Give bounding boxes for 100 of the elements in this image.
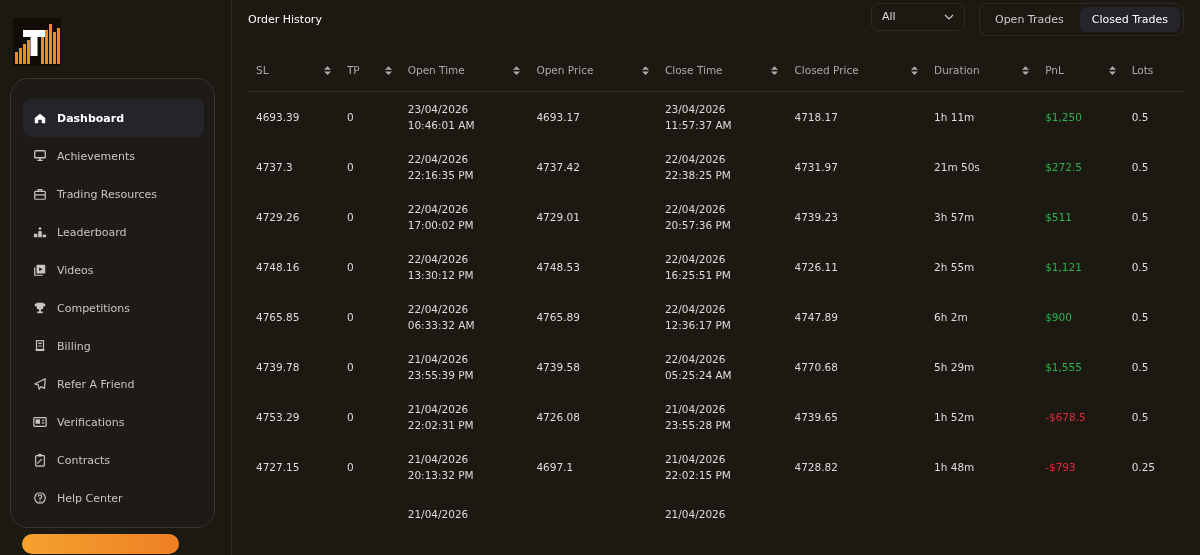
- table-cell-text: 21/04/2026 22:02:15 PM: [664, 452, 732, 483]
- table-cell: 4731.97: [794, 161, 838, 173]
- sort-icon[interactable]: [384, 65, 392, 75]
- sort-icon[interactable]: [771, 65, 779, 75]
- column-header[interactable]: TP: [346, 64, 360, 76]
- receipt-icon: [33, 339, 47, 353]
- table-cell: 4729.01: [536, 211, 580, 223]
- sort-icon[interactable]: [641, 65, 649, 75]
- id-card-icon: [33, 415, 47, 429]
- sidebar-item[interactable]: Competitions: [23, 289, 204, 327]
- table-cell: 4765.85: [256, 311, 300, 323]
- sidebar-item[interactable]: Verifications: [23, 403, 204, 441]
- table-cell: 21m 50s: [934, 161, 980, 173]
- monitor-icon: [33, 149, 47, 163]
- table-cell: 4748.16: [256, 261, 300, 273]
- table-cell: 4726.08: [536, 411, 580, 423]
- table-cell-text: 21/04/2026: [407, 507, 470, 522]
- table-cell: 4753.29: [256, 411, 300, 423]
- sidebar-item[interactable]: Billing: [23, 327, 204, 365]
- column-header[interactable]: Open Price: [536, 64, 594, 76]
- briefcase-icon: [33, 187, 47, 201]
- table-cell-text: 21/04/2026 22:02:31 PM: [407, 402, 475, 433]
- table-cell: 4727.15: [256, 461, 300, 473]
- table-cell: 4737.42: [536, 161, 580, 173]
- table-cell: 0: [346, 111, 354, 123]
- table-cell-text: 22/04/2026 17:00:02 PM: [407, 202, 475, 233]
- table-cell-text: 21/04/2026 23:55:28 PM: [664, 402, 732, 433]
- sort-icon[interactable]: [1108, 65, 1116, 75]
- table-cell: 5h 29m: [934, 361, 975, 373]
- clipboard-icon: [33, 453, 47, 467]
- podium-icon: [33, 225, 47, 239]
- table-cell: 4718.17: [794, 111, 838, 123]
- action-button[interactable]: [22, 534, 179, 554]
- table-cell-text: 22/04/2026 22:38:25 PM: [664, 152, 732, 183]
- sidebar-item[interactable]: Leaderboard: [23, 213, 204, 251]
- column-header[interactable]: SL: [256, 64, 269, 76]
- table-cell-text: 22/04/2026 12:36:17 PM: [664, 302, 732, 333]
- filter-dropdown[interactable]: All: [870, 2, 965, 31]
- help-icon: [33, 491, 47, 505]
- sort-icon[interactable]: [323, 65, 331, 75]
- table-cell-text: 22/04/2026 16:25:51 PM: [664, 252, 732, 283]
- table-cell: 4748.53: [536, 261, 580, 273]
- table-cell: 0.5: [1131, 361, 1149, 373]
- column-header[interactable]: Lots: [1131, 64, 1154, 76]
- column-header[interactable]: Duration: [934, 64, 980, 76]
- table-cell: 3h 57m: [934, 211, 975, 223]
- table-cell: 4747.89: [794, 311, 838, 323]
- table-cell: 4770.68: [794, 361, 838, 373]
- section-title: Order History: [248, 12, 322, 26]
- table-cell: 4697.1: [536, 461, 574, 473]
- sidebar-item[interactable]: Dashboard: [23, 99, 204, 137]
- table-cell: 4739.58: [536, 361, 580, 373]
- table-cell: 0.5: [1131, 161, 1149, 173]
- tab[interactable]: Closed Trades: [1079, 6, 1180, 32]
- pnl-value: $900: [1045, 311, 1072, 323]
- sidebar-item[interactable]: Refer A Friend: [23, 365, 204, 403]
- table-cell: 0: [346, 211, 354, 223]
- home-icon: [33, 111, 47, 125]
- sidebar-item[interactable]: Videos: [23, 251, 204, 289]
- table-cell: 4726.11: [794, 261, 838, 273]
- video-icon: [33, 263, 47, 277]
- table-cell: 2h 55m: [934, 261, 975, 273]
- table-cell: 0: [346, 161, 354, 173]
- table-cell: 0.5: [1131, 211, 1149, 223]
- table-cell: 0: [346, 311, 354, 323]
- sort-icon[interactable]: [513, 65, 521, 75]
- table-cell-text: 22/04/2026 05:25:24 AM: [664, 352, 733, 383]
- table-cell: 4739.65: [794, 411, 838, 423]
- table-cell-text: 23/04/2026 11:57:37 AM: [664, 102, 733, 133]
- table-cell: 1h 11m: [934, 111, 975, 123]
- pnl-value: $1,555: [1045, 361, 1082, 373]
- table-cell: 0: [346, 411, 354, 423]
- pnl-value: $1,250: [1045, 111, 1082, 123]
- column-header[interactable]: Close Time: [664, 64, 723, 76]
- sidebar-item[interactable]: Trading Resources: [23, 175, 204, 213]
- table-cell: 0: [346, 461, 354, 473]
- logo-icon: [13, 18, 61, 66]
- column-header[interactable]: Closed Price: [794, 64, 859, 76]
- table-cell: 0: [346, 361, 354, 373]
- table-cell: 4729.26: [256, 211, 300, 223]
- column-header[interactable]: PnL: [1045, 64, 1064, 76]
- tab[interactable]: Open Trades: [982, 6, 1076, 32]
- table-cell: 6h 2m: [934, 311, 968, 323]
- table-cell-text: 22/04/2026 06:33:32 AM: [407, 302, 476, 333]
- table-cell: 0.5: [1131, 311, 1149, 323]
- table-cell: 4693.17: [536, 111, 580, 123]
- pnl-value: $1,121: [1045, 261, 1082, 273]
- sidebar-item[interactable]: Contracts: [23, 441, 204, 479]
- sort-icon[interactable]: [1022, 65, 1030, 75]
- chevron-down-icon: [943, 13, 954, 20]
- column-header[interactable]: Open Time: [407, 64, 465, 76]
- sidebar-item[interactable]: Achievements: [23, 137, 204, 175]
- sidebar-item[interactable]: Help Center: [23, 479, 204, 517]
- trophy-icon: [33, 301, 47, 315]
- table-cell-text: 23/04/2026 10:46:01 AM: [407, 102, 476, 133]
- sort-icon[interactable]: [911, 65, 919, 75]
- table-cell: 0.5: [1131, 111, 1149, 123]
- table-cell: 4765.89: [536, 311, 580, 323]
- table-cell-text: 22/04/2026 13:30:12 PM: [407, 252, 475, 283]
- table-cell: 4737.3: [256, 161, 293, 173]
